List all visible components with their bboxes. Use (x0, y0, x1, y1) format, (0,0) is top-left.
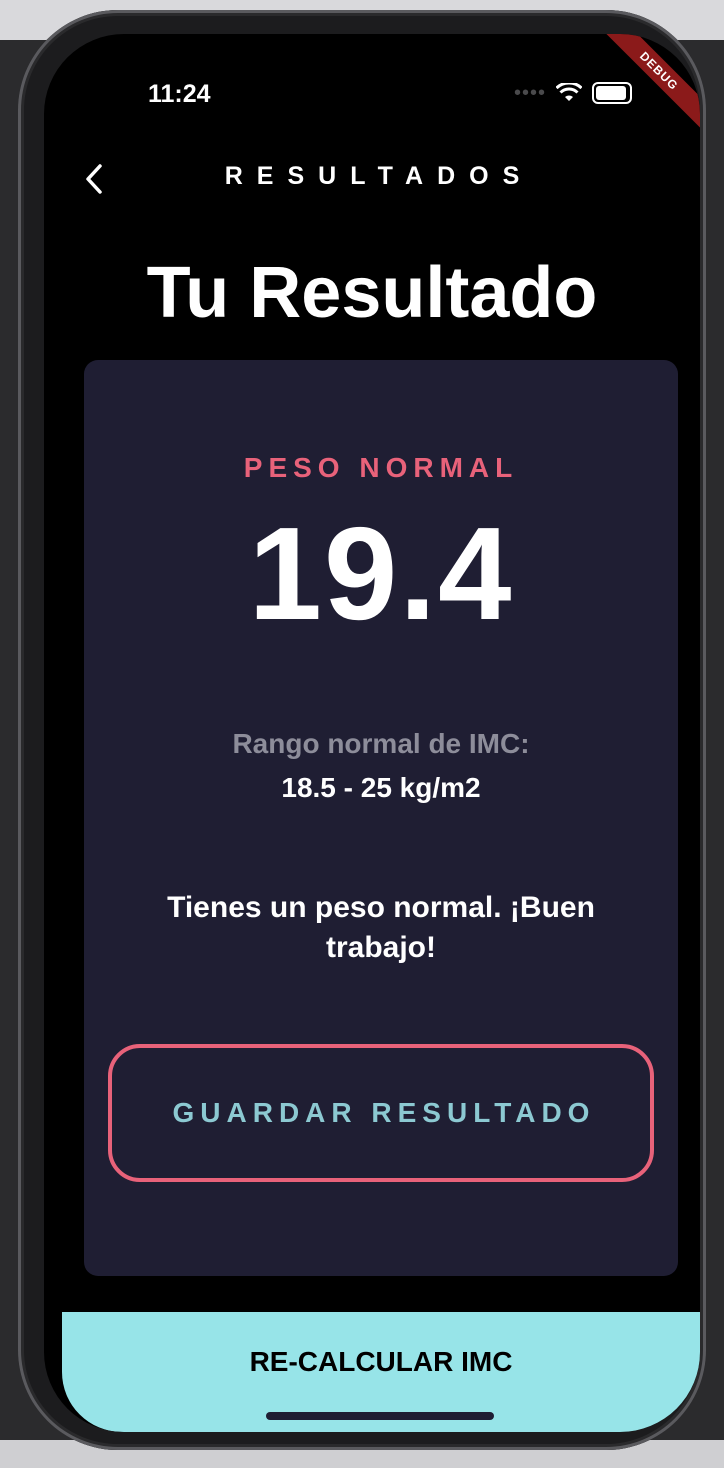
signal-dots-icon: •••• (514, 81, 547, 104)
bmi-value: 19.4 (248, 500, 514, 647)
app-bar-title: RESULTADOS (224, 162, 534, 190)
page-title: Tu Resultado (146, 253, 598, 333)
result-message: Tienes un peso normal. ¡Buen trabajo! (167, 891, 595, 964)
phone-screen: 11:24 •••• DEBUG RESULTADOS Tu Resultado… (44, 34, 700, 1432)
phone-frame: 11:24 •••• DEBUG RESULTADOS Tu Resultado… (18, 10, 706, 1450)
normal-range-label: Rango normal de IMC: (232, 728, 530, 759)
battery-icon (592, 82, 633, 104)
normal-range-value: 18.5 - 25 kg/m2 (281, 772, 481, 803)
status-time: 11:24 (148, 80, 211, 108)
status-icons: •••• (514, 81, 633, 104)
bmi-category: PESO NORMAL (243, 452, 519, 483)
result-card: PESO NORMAL 19.4 Rango normal de IMC: 18… (84, 360, 678, 1276)
save-result-button[interactable]: GUARDAR RESULTADO (108, 1044, 654, 1182)
home-indicator[interactable] (266, 1412, 494, 1420)
wifi-icon (556, 83, 583, 101)
